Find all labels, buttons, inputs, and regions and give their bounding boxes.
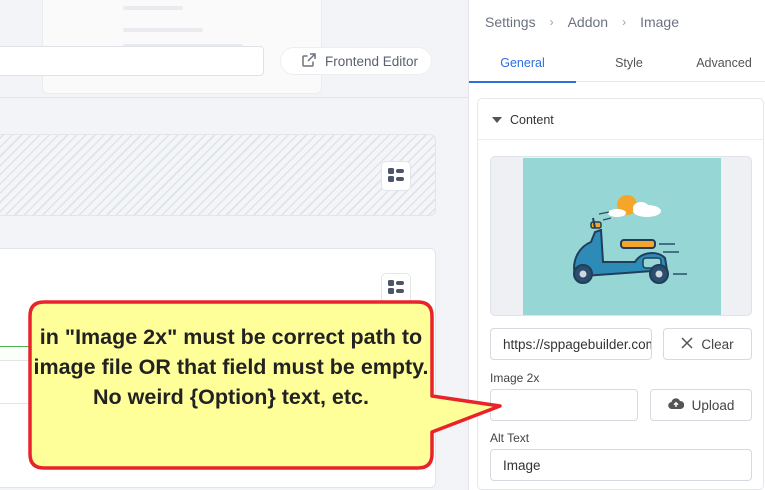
alt-text-input[interactable]: Image bbox=[490, 449, 752, 481]
breadcrumb-addon[interactable]: Addon bbox=[568, 14, 608, 30]
addon-settings-panel: Settings › Addon › Image General Style A… bbox=[468, 0, 765, 490]
section-options-button[interactable] bbox=[381, 161, 411, 191]
chevron-right-icon: › bbox=[622, 15, 627, 29]
cloud-upload-icon bbox=[667, 397, 684, 413]
image2x-input[interactable] bbox=[490, 389, 638, 421]
grip-icon bbox=[388, 167, 404, 185]
tab-advanced[interactable]: Advanced bbox=[682, 44, 765, 82]
addon-row[interactable] bbox=[0, 360, 414, 404]
clear-button[interactable]: Clear bbox=[663, 328, 752, 360]
settings-tabs: General Style Advanced bbox=[469, 44, 765, 83]
breadcrumb-settings[interactable]: Settings bbox=[485, 14, 536, 30]
empty-section-placeholder bbox=[0, 134, 436, 216]
scooter-image bbox=[523, 158, 721, 315]
tab-style[interactable]: Style bbox=[576, 44, 682, 82]
caret-down-icon bbox=[492, 117, 502, 123]
frontend-editor-button[interactable]: Frontend Editor bbox=[280, 47, 432, 75]
tab-general[interactable]: General bbox=[469, 44, 576, 83]
upload-button[interactable]: Upload bbox=[650, 389, 752, 421]
page-url-input[interactable] bbox=[0, 46, 264, 76]
grip-icon bbox=[388, 279, 404, 297]
close-icon bbox=[681, 336, 693, 352]
content-group: Content https://sppagebuilder.com Clear … bbox=[477, 98, 764, 490]
content-group-header[interactable]: Content bbox=[492, 113, 554, 127]
chevron-right-icon: › bbox=[549, 15, 554, 29]
frontend-editor-label: Frontend Editor bbox=[325, 53, 419, 69]
alt-text-label: Alt Text bbox=[490, 431, 530, 445]
breadcrumb: Settings › Addon › Image bbox=[485, 14, 679, 30]
canvas-toolbar: Frontend Editor bbox=[0, 0, 468, 98]
content-group-title: Content bbox=[510, 113, 554, 127]
external-link-icon bbox=[301, 52, 317, 71]
image-url-input[interactable]: https://sppagebuilder.com bbox=[490, 328, 652, 360]
image2x-label: Image 2x bbox=[490, 371, 540, 385]
breadcrumb-image: Image bbox=[640, 14, 679, 30]
builder-canvas: Frontend Editor bbox=[0, 0, 468, 490]
clear-button-label: Clear bbox=[701, 336, 734, 352]
section-options-button-2[interactable] bbox=[381, 273, 411, 303]
upload-button-label: Upload bbox=[691, 397, 735, 413]
image-preview[interactable] bbox=[490, 156, 752, 316]
